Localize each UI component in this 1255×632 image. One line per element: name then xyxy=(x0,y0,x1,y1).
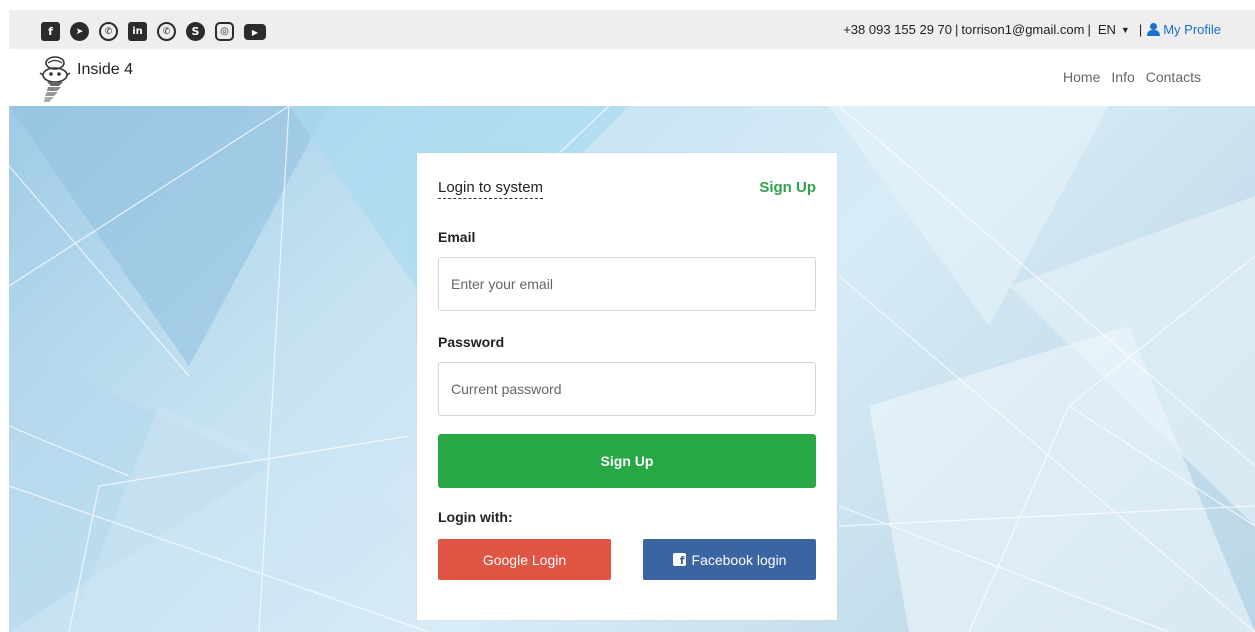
instagram-icon[interactable]: ◎ xyxy=(215,22,234,41)
social-links: f ➤ ✆ in ✆ S ◎ ▶ xyxy=(41,22,266,41)
password-input[interactable] xyxy=(438,362,816,416)
sign-up-button[interactable]: Sign Up xyxy=(438,434,816,488)
email-label: Email xyxy=(438,229,476,245)
separator: | xyxy=(955,22,959,37)
my-profile-link[interactable]: My Profile xyxy=(1145,22,1221,37)
user-icon xyxy=(1147,23,1161,36)
top-bar: f ➤ ✆ in ✆ S ◎ ▶ +38 093 155 29 70 | tor… xyxy=(9,10,1255,49)
brand-logo-link[interactable]: Inside 4 xyxy=(39,55,133,107)
login-title[interactable]: Login to system xyxy=(438,179,544,199)
facebook-login-button[interactable]: f Facebook login xyxy=(643,539,816,580)
youtube-icon[interactable]: ▶ xyxy=(244,24,266,40)
nav-item-home[interactable]: Home xyxy=(1063,69,1100,85)
facebook-icon: f xyxy=(672,553,686,566)
viber-icon[interactable]: ✆ xyxy=(99,22,118,41)
separator: | xyxy=(1138,22,1143,37)
facebook-icon[interactable]: f xyxy=(41,22,60,41)
contact-info: +38 093 155 29 70 | torrison1@gmail.com … xyxy=(843,22,1221,37)
sign-up-link[interactable]: Sign Up xyxy=(759,179,816,196)
login-with-label: Login with: xyxy=(438,509,513,525)
brand-name: Inside 4 xyxy=(77,61,134,78)
language-selector[interactable]: EN xyxy=(1098,22,1116,37)
separator: | xyxy=(1087,22,1091,37)
login-card: Login to system Sign Up Email Password S… xyxy=(417,153,837,620)
linkedin-icon[interactable]: in xyxy=(128,22,147,41)
phone-number: +38 093 155 29 70 xyxy=(843,22,953,37)
caret-down-icon[interactable]: ▼ xyxy=(1121,25,1130,35)
my-profile-label: My Profile xyxy=(1163,22,1221,37)
logo-icon xyxy=(39,56,71,102)
google-login-button[interactable]: Google Login xyxy=(438,539,611,580)
whatsapp-icon[interactable]: ✆ xyxy=(157,22,176,41)
nav-item-contacts[interactable]: Contacts xyxy=(1146,69,1201,85)
site-header: Inside 4 Home Info Contacts xyxy=(9,49,1255,106)
password-label: Password xyxy=(438,334,505,350)
email-address: torrison1@gmail.com xyxy=(961,22,1085,37)
main-nav: Home Info Contacts xyxy=(1063,69,1201,85)
facebook-login-label: Facebook login xyxy=(691,551,787,568)
skype-icon[interactable]: S xyxy=(186,22,205,41)
nav-item-info[interactable]: Info xyxy=(1111,69,1134,85)
email-input[interactable] xyxy=(438,257,816,311)
telegram-icon[interactable]: ➤ xyxy=(70,22,89,41)
